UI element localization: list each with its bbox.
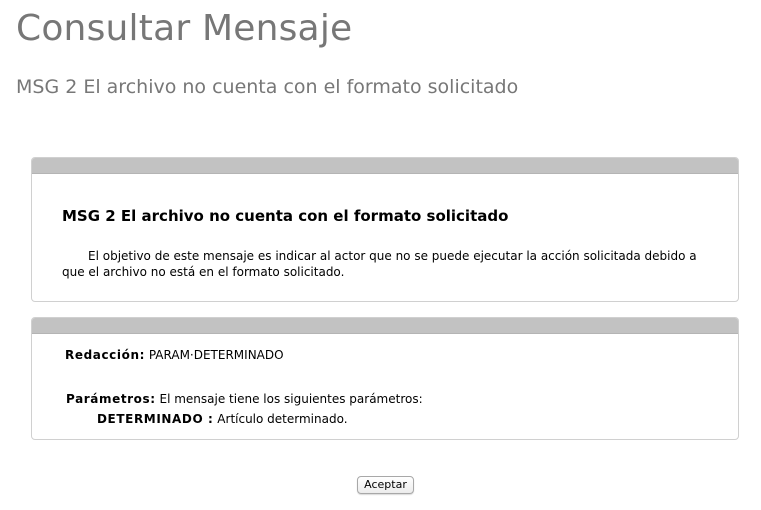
redaccion-row: Redacción: PARAM·DETERMINADO	[65, 348, 284, 362]
accept-button[interactable]: Aceptar	[357, 476, 414, 494]
parametros-label: Parámetros:	[66, 392, 156, 406]
message-details-panel: Redacción: PARAM·DETERMINADO Parámetros:…	[31, 317, 739, 440]
message-description-panel: MSG 2 El archivo no cuenta con el format…	[31, 157, 739, 302]
redaccion-value: PARAM·DETERMINADO	[148, 348, 284, 362]
message-heading: MSG 2 El archivo no cuenta con el format…	[62, 207, 509, 225]
param-name: DETERMINADO :	[97, 412, 214, 426]
message-description: El objetivo de este mensaje es indicar a…	[62, 249, 697, 279]
redaccion-label: Redacción:	[65, 348, 145, 362]
panel-header-bar	[32, 318, 738, 334]
parametros-row: Parámetros: El mensaje tiene los siguien…	[66, 392, 423, 406]
page-title: Consultar Mensaje	[16, 8, 353, 49]
parametros-value: El mensaje tiene los siguientes parámetr…	[159, 392, 423, 406]
page-subtitle: MSG 2 El archivo no cuenta con el format…	[16, 76, 519, 98]
param-description: Artículo determinado.	[217, 412, 348, 426]
param-item: DETERMINADO : Artículo determinado.	[97, 412, 348, 426]
panel-header-bar	[32, 158, 738, 174]
